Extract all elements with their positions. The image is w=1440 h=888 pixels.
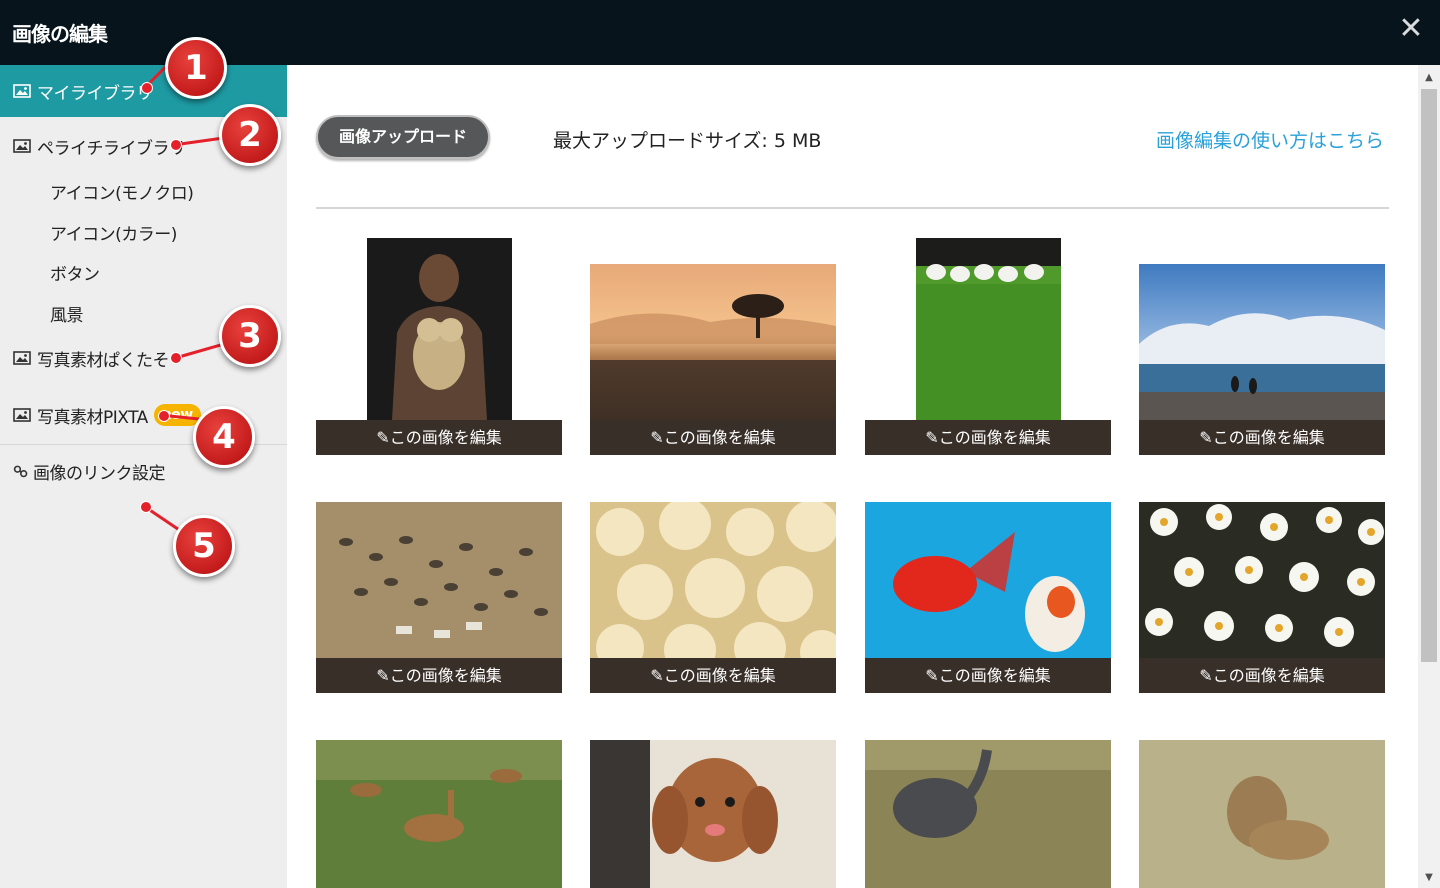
edit-image-label: この画像を編集 bbox=[663, 666, 776, 685]
pen-icon: ✎ bbox=[1199, 666, 1213, 685]
sidebar-subitem-icon-color[interactable]: アイコン(カラー) bbox=[50, 220, 177, 245]
edit-image-button[interactable]: ✎この画像を編集 bbox=[865, 420, 1111, 455]
dialog-title: 画像の編集 bbox=[12, 22, 108, 46]
sidebar-item-label: 画像のリンク設定 bbox=[33, 463, 166, 484]
sidebar-subitem-landscape[interactable]: 風景 bbox=[50, 301, 84, 326]
pen-icon: ✎ bbox=[1199, 428, 1213, 447]
sidebar-item-label: マイライブラリ bbox=[37, 83, 153, 104]
scroll-down-icon[interactable]: ▼ bbox=[1422, 871, 1436, 885]
photo-lion[interactable] bbox=[1139, 740, 1385, 888]
annotation-dot bbox=[170, 139, 182, 151]
annotation-marker-1: 1 bbox=[165, 37, 227, 99]
sidebar: マイライブラリ ペライチライブラリ アイコン(モノクロ) アイコン(カラー) ボ… bbox=[0, 65, 287, 888]
edit-image-label: この画像を編集 bbox=[938, 428, 1051, 447]
edit-image-label: この画像を編集 bbox=[1212, 428, 1325, 447]
photo-wildebeest-herd[interactable] bbox=[316, 502, 562, 658]
pen-icon: ✎ bbox=[925, 666, 939, 685]
sidebar-item-label: ペライチライブラリ bbox=[37, 138, 186, 159]
edit-image-button[interactable]: ✎この画像を編集 bbox=[590, 658, 836, 693]
edit-image-label: この画像を編集 bbox=[389, 666, 502, 685]
annotation-marker-4: 4 bbox=[193, 406, 255, 468]
edit-image-label: この画像を編集 bbox=[1212, 666, 1325, 685]
image-icon bbox=[13, 84, 31, 98]
pen-icon: ✎ bbox=[650, 666, 664, 685]
image-icon bbox=[13, 139, 31, 153]
sidebar-item-label: 写真素材PIXTA bbox=[37, 407, 148, 428]
pen-icon: ✎ bbox=[376, 666, 390, 685]
image-icon bbox=[13, 408, 31, 422]
photo-chicks[interactable] bbox=[590, 502, 836, 658]
annotation-dot bbox=[158, 410, 170, 422]
annotation-marker-3: 3 bbox=[219, 305, 281, 367]
upload-button[interactable]: 画像アップロード bbox=[316, 115, 490, 159]
close-icon[interactable]: ✕ bbox=[1398, 12, 1424, 46]
photo-impala[interactable] bbox=[316, 740, 562, 888]
photo-daisies[interactable] bbox=[1139, 502, 1385, 658]
edit-image-button[interactable]: ✎この画像を編集 bbox=[1139, 420, 1385, 455]
annotation-dot bbox=[141, 82, 153, 94]
photo-geese[interactable] bbox=[916, 238, 1061, 420]
pen-icon: ✎ bbox=[925, 428, 939, 447]
scrollbar[interactable]: ▲ ▼ bbox=[1418, 65, 1440, 888]
main-panel: 画像アップロード 最大アップロードサイズ: 5 MB 画像編集の使い方はこちら bbox=[287, 65, 1418, 888]
pen-icon: ✎ bbox=[376, 428, 390, 447]
photo-penguins-icebergs[interactable] bbox=[1139, 264, 1385, 420]
scroll-thumb[interactable] bbox=[1421, 89, 1437, 662]
edit-image-button[interactable]: ✎この画像を編集 bbox=[316, 420, 562, 455]
edit-image-button[interactable]: ✎この画像を編集 bbox=[1139, 658, 1385, 693]
edit-image-button[interactable]: ✎この画像を編集 bbox=[316, 658, 562, 693]
pen-icon: ✎ bbox=[650, 428, 664, 447]
image-icon bbox=[13, 351, 31, 365]
annotation-dot bbox=[140, 501, 152, 513]
edit-image-label: この画像を編集 bbox=[389, 428, 502, 447]
photo-goldfish[interactable] bbox=[865, 502, 1111, 658]
link-icon bbox=[13, 465, 28, 478]
annotation-marker-5: 5 bbox=[173, 515, 235, 577]
photo-toy-poodle[interactable] bbox=[590, 740, 836, 888]
edit-image-button[interactable]: ✎この画像を編集 bbox=[590, 420, 836, 455]
sidebar-item-label: 写真素材ぱくたそ bbox=[37, 350, 170, 371]
sidebar-subitem-icon-mono[interactable]: アイコン(モノクロ) bbox=[50, 179, 194, 204]
scroll-up-icon[interactable]: ▲ bbox=[1422, 71, 1436, 85]
sidebar-subitem-button[interactable]: ボタン bbox=[50, 260, 100, 285]
help-link[interactable]: 画像編集の使い方はこちら bbox=[1156, 126, 1384, 153]
edit-image-label: この画像を編集 bbox=[938, 666, 1051, 685]
photo-savanna-sunset[interactable] bbox=[590, 264, 836, 420]
photo-baby-elephant[interactable] bbox=[865, 740, 1111, 888]
edit-image-label: この画像を編集 bbox=[663, 428, 776, 447]
divider bbox=[316, 207, 1389, 209]
edit-image-button[interactable]: ✎この画像を編集 bbox=[865, 658, 1111, 693]
annotation-marker-2: 2 bbox=[219, 104, 281, 166]
max-upload-size: 最大アップロードサイズ: 5 MB bbox=[553, 130, 822, 152]
photo-man-with-poodle[interactable] bbox=[367, 238, 512, 420]
annotation-dot bbox=[170, 352, 182, 364]
